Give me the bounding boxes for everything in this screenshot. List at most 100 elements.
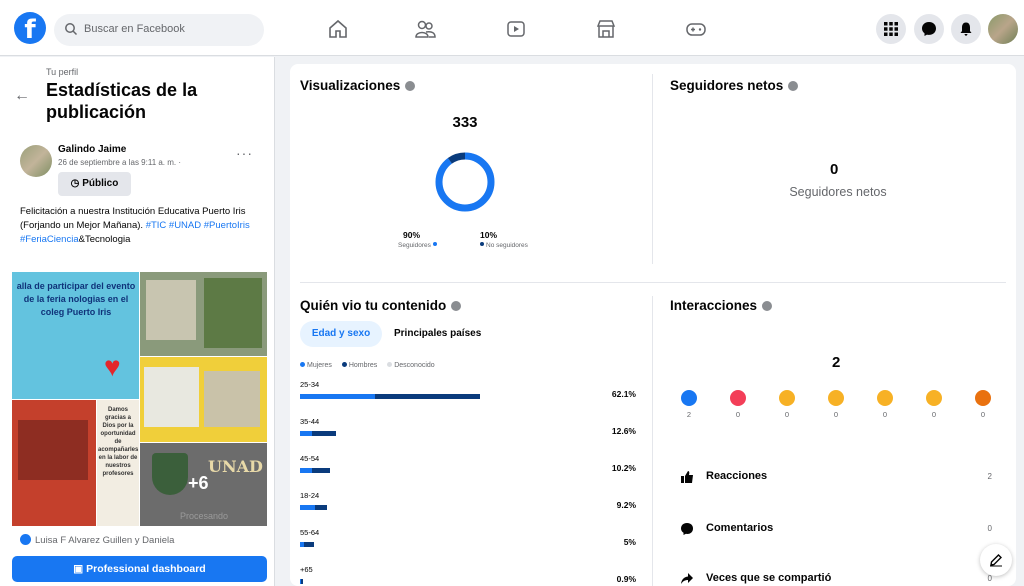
friends-icon[interactable]	[414, 18, 436, 40]
age-row: 55-64 5%	[300, 528, 636, 558]
home-icon[interactable]	[327, 18, 349, 40]
views-title: Visualizaciones	[300, 78, 416, 93]
messenger-button[interactable]	[914, 14, 944, 44]
reaction-item: 0	[923, 390, 945, 419]
image-tile-2[interactable]	[140, 272, 267, 356]
search-box[interactable]: Buscar en Facebook	[54, 14, 264, 46]
messenger-icon	[922, 22, 936, 36]
image-text-2: Damos gracias a Dios por la oportunidad …	[98, 407, 139, 477]
image-tile-5[interactable]: Damos gracias a Dios por la oportunidad …	[97, 400, 139, 526]
age-label: 55-64	[300, 528, 320, 537]
divider	[300, 282, 1006, 283]
reaction-item: 0	[972, 390, 994, 419]
gaming-icon[interactable]	[685, 18, 707, 40]
reaction-count: 0	[784, 410, 790, 419]
views-title-text: Visualizaciones	[300, 78, 401, 93]
love-icon	[730, 390, 746, 406]
age-label: 18-24	[300, 491, 320, 500]
audience-legend: Mujeres Hombres Desconocido	[300, 362, 443, 369]
notifications-button[interactable]	[951, 14, 981, 44]
info-icon[interactable]	[762, 301, 773, 311]
reactors-names: Luisa F Alvarez Guillen y Daniela	[35, 535, 175, 546]
audience-button[interactable]: ◷ Público	[58, 172, 131, 196]
comment-icon	[681, 523, 693, 535]
reaction-item: 0	[776, 390, 798, 419]
reactions-row[interactable]: Reacciones 2	[670, 468, 1000, 488]
net-followers-title: Seguidores netos	[670, 78, 799, 93]
age-pct: 5%	[623, 537, 636, 547]
marketplace-icon[interactable]	[595, 18, 617, 40]
post-image-mosaic[interactable]: alla de participar del evento de la feri…	[12, 272, 267, 526]
profile-avatar[interactable]	[988, 14, 1018, 44]
age-pct: 62.1%	[611, 389, 636, 399]
info-icon[interactable]	[788, 81, 799, 91]
image-tile-3[interactable]	[140, 357, 267, 442]
thumbs-up-icon	[681, 471, 693, 483]
men-bar	[311, 468, 330, 473]
haha-icon	[828, 390, 844, 406]
comments-row[interactable]: Comentarios 0	[670, 520, 1000, 540]
author-avatar[interactable]	[20, 145, 52, 177]
age-pct: 10.2%	[611, 463, 636, 473]
processing-label: Procesando	[180, 511, 229, 521]
professional-dashboard-button[interactable]: ▣ Professional dashboard	[12, 556, 267, 582]
age-row: 18-24 9.2%	[300, 491, 636, 521]
like-icon	[681, 390, 697, 406]
audience-title: Quién vio tu contenido	[300, 298, 462, 313]
back-arrow-icon[interactable]: ←	[14, 87, 30, 105]
net-followers-title-text: Seguidores netos	[670, 78, 784, 93]
bell-icon	[960, 22, 972, 36]
age-label: +65	[300, 565, 313, 574]
men-bar	[375, 394, 480, 399]
shares-label: Veces que se compartió	[706, 572, 832, 584]
men-bar	[314, 505, 327, 510]
reactions-value: 2	[987, 472, 992, 481]
reactors-summary[interactable]: Luisa F Alvarez Guillen y Daniela	[20, 534, 174, 546]
nonfollowers-legend: No seguidores	[480, 242, 528, 249]
net-followers-value: 0	[830, 161, 839, 178]
image-tile-6[interactable]: UNAD +6 Procesando	[140, 443, 267, 526]
facebook-logo-icon[interactable]: f	[14, 12, 46, 44]
post-date[interactable]: 26 de septiembre a las 9:11 a. m. ·	[58, 158, 181, 167]
shares-row[interactable]: Veces que se compartió 0	[670, 570, 1000, 586]
author-name[interactable]: Galindo Jaime	[58, 144, 126, 155]
new-message-button[interactable]	[980, 544, 1012, 576]
unad-logo: UNAD	[208, 457, 263, 476]
tab-top-countries[interactable]: Principales países	[394, 321, 481, 347]
edit-icon	[990, 554, 1002, 567]
globe-icon: ◷	[70, 178, 80, 189]
tab-age-gender[interactable]: Edad y sexo	[300, 321, 382, 347]
image-text: alla de participar del evento de la feri…	[16, 281, 136, 317]
like-icon	[20, 534, 31, 545]
search-placeholder: Buscar en Facebook	[84, 23, 185, 35]
legend-men: Hombres	[341, 362, 377, 369]
followers-pct: 90%	[403, 230, 421, 240]
reaction-count: 0	[882, 410, 888, 419]
wow-icon	[877, 390, 893, 406]
dashboard-icon: ▣	[73, 563, 84, 575]
breadcrumb[interactable]: Tu perfil	[46, 67, 78, 77]
info-icon[interactable]	[451, 301, 462, 311]
image-tile-1[interactable]: alla de participar del evento de la feri…	[12, 272, 139, 399]
age-row: +65 0.9%	[300, 565, 636, 586]
menu-button[interactable]	[876, 14, 906, 44]
image-tile-4[interactable]	[12, 400, 96, 526]
women-bar	[300, 468, 312, 473]
info-icon[interactable]	[405, 81, 416, 91]
page-title: Estadísticas de la publicación	[46, 80, 198, 122]
care-icon	[779, 390, 795, 406]
interactions-title: Interacciones	[670, 298, 773, 313]
top-navigation-bar: f Buscar en Facebook	[0, 0, 1024, 56]
insights-card: Visualizaciones 333 90% Seguidores 10% N…	[290, 64, 1016, 586]
age-label: 25-34	[300, 380, 320, 389]
reaction-item: 0	[825, 390, 847, 419]
men-bar	[304, 542, 315, 547]
reaction-item: 0	[727, 390, 749, 419]
video-icon[interactable]	[505, 18, 527, 40]
more-options-icon[interactable]: ···	[236, 145, 253, 161]
reaction-item: 2	[678, 390, 700, 419]
reaction-count: 0	[833, 410, 839, 419]
school-shield-icon	[152, 453, 188, 495]
audience-title-text: Quién vio tu contenido	[300, 298, 447, 313]
share-icon	[681, 573, 693, 584]
